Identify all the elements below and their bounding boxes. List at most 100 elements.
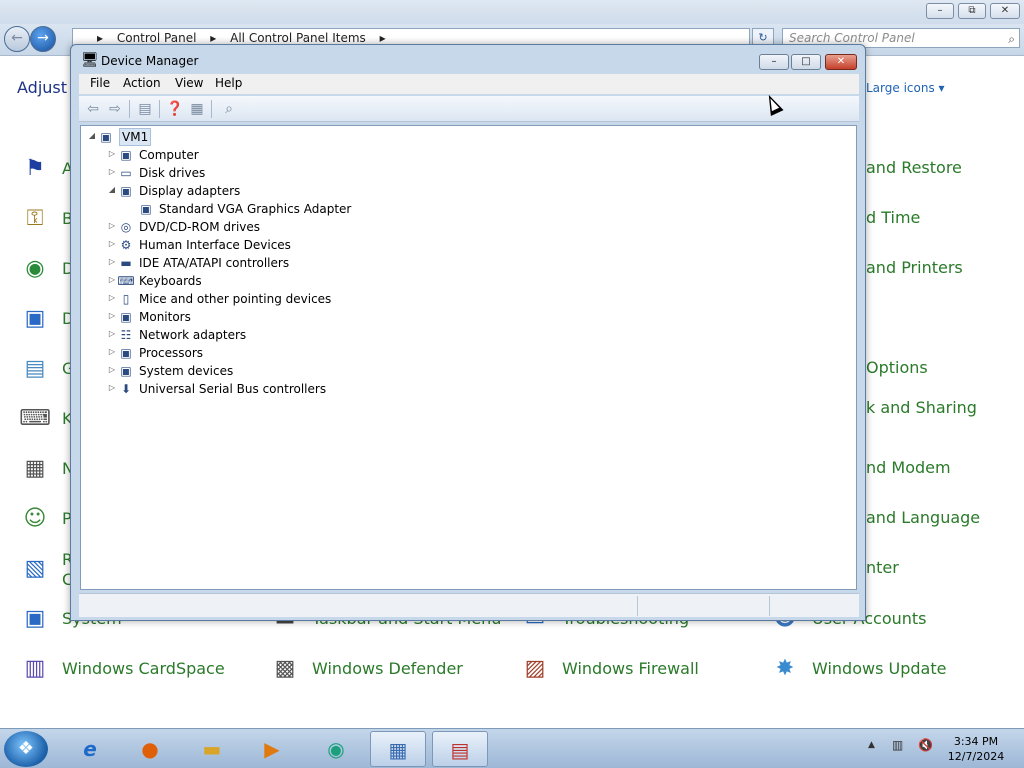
vga-adapter-icon: ▣ — [140, 202, 152, 216]
toolbar: ⇦ ⇨ ▤ ❓ ▦ ⌕ — [79, 96, 859, 122]
view-by-dropdown[interactable]: Large icons ▾ — [866, 81, 945, 95]
system-icon: ▣ — [24, 605, 46, 631]
search-placeholder: Search Control Panel — [789, 31, 915, 45]
cp-item-label: Windows Firewall — [562, 659, 699, 678]
expand-arrow-icon[interactable]: ▷ — [107, 345, 117, 359]
expand-arrow-icon[interactable]: ▷ — [107, 255, 117, 269]
media-player-icon: ▶ — [264, 737, 280, 761]
device-manager-window: 🖥 Device Manager – □ ✕ File Action View … — [70, 44, 866, 621]
cp-item-region-language[interactable]: and Language — [866, 508, 980, 527]
expand-arrow-icon[interactable]: ▷ — [107, 327, 117, 341]
expand-arrow-icon[interactable]: ▷ — [107, 291, 117, 305]
show-hide-tree-icon[interactable]: ▤ — [135, 99, 155, 119]
cp-item-sync-center[interactable]: nter — [866, 558, 899, 577]
collapse-arrow-icon[interactable]: ◢ — [87, 129, 97, 143]
menu-help[interactable]: Help — [215, 76, 242, 90]
cp-item-folder-options[interactable]: Options — [866, 358, 928, 377]
clock[interactable]: 3:34 PM 12/7/2024 — [938, 734, 1014, 764]
breadcrumb-separator: ▸ — [379, 31, 386, 45]
help-icon[interactable]: ❓ — [165, 99, 185, 119]
close-button[interactable]: ✕ — [990, 3, 1020, 19]
taskbar-app-explorer[interactable]: ▬ — [184, 731, 240, 767]
taskbar-app-ie[interactable]: e — [62, 731, 118, 767]
start-button[interactable]: ❖ — [4, 731, 48, 767]
folder-icon: ▬ — [202, 737, 222, 761]
refresh-icon: ↻ — [758, 31, 768, 44]
window-title: Device Manager — [101, 54, 199, 68]
volume-muted-icon[interactable]: 🔇 — [918, 738, 933, 752]
taskbar-app-device-manager[interactable]: ▤ — [432, 731, 488, 767]
toolbar-separator — [211, 100, 212, 118]
cp-item-label: Windows CardSpace — [62, 659, 225, 678]
cp-item-cardspace[interactable]: ▥ Windows CardSpace — [17, 650, 247, 690]
computer-icon: ▣ — [100, 130, 112, 144]
cp-item-defender[interactable]: ▩ Windows Defender — [267, 650, 497, 690]
taskbar-app-firefox[interactable]: ● — [122, 731, 178, 767]
display-adapter-icon: ▣ — [120, 184, 132, 198]
search-icon[interactable]: ⌕ — [1008, 30, 1015, 48]
ie-icon: e — [83, 737, 97, 761]
properties-icon[interactable]: ▦ — [187, 99, 207, 119]
toolbar-separator — [159, 100, 160, 118]
tree-node-label: Processors — [139, 346, 204, 360]
cardspace-icon: ▥ — [24, 655, 46, 681]
tree-node-label: Network adapters — [139, 328, 247, 342]
toolbox-icon: ▤ — [450, 738, 470, 762]
show-hidden-icons-icon[interactable]: ▲ — [868, 740, 875, 750]
disk-drive-icon: ▭ — [120, 166, 132, 180]
back-button[interactable]: ← — [4, 26, 30, 52]
monitor-icon: ▣ — [120, 310, 132, 324]
collapse-arrow-icon[interactable]: ◢ — [107, 183, 117, 197]
maximize-button[interactable]: □ — [791, 54, 821, 70]
tree-node-label: System devices — [139, 364, 234, 378]
taskbar: ❖ e ● ▬ ▶ ◉ ▦ ▤ ▲ ▥ 🔇 3:34 PM 12/7/2024 — [0, 728, 1024, 768]
clock-time: 3:34 PM — [953, 735, 999, 748]
minimize-button[interactable]: – — [759, 54, 789, 70]
bitlocker-key-icon: ⚿ — [26, 205, 44, 231]
breadcrumb-all-items[interactable]: All Control Panel Items — [230, 31, 366, 45]
device-tree: ◢ ▣ VM1 ▷ ▣ Computer ▷ ▭ Disk drives ◢ ▣… — [80, 125, 857, 590]
close-button[interactable]: ✕ — [825, 54, 857, 70]
breadcrumb-control-panel[interactable]: Control Panel — [117, 31, 197, 45]
cp-item-network-sharing[interactable]: k and Sharing — [866, 398, 977, 417]
cp-item-date-time[interactable]: d Time — [866, 208, 920, 227]
cp-item-devices-printers[interactable]: and Printers — [866, 258, 963, 277]
cp-item-firewall[interactable]: ▨ Windows Firewall — [517, 650, 747, 690]
menu-file[interactable]: File — [90, 76, 110, 90]
control-panel-icon: ▦ — [388, 738, 408, 762]
forward-arrow-icon: → — [37, 30, 49, 46]
forward-arrow-icon[interactable]: ⇨ — [105, 99, 125, 119]
menu-action[interactable]: Action — [123, 76, 161, 90]
cp-item-phone-modem[interactable]: nd Modem — [866, 458, 951, 477]
parental-controls-icon: ☺ — [23, 505, 47, 531]
status-separator — [637, 596, 638, 616]
expand-arrow-icon[interactable]: ▷ — [107, 165, 117, 179]
expand-arrow-icon[interactable]: ▷ — [107, 237, 117, 251]
expand-arrow-icon[interactable]: ▷ — [107, 273, 117, 287]
expand-arrow-icon[interactable]: ▷ — [107, 381, 117, 395]
back-arrow-icon[interactable]: ⇦ — [83, 99, 103, 119]
status-separator — [769, 596, 770, 616]
system-devices-icon: ▣ — [120, 364, 132, 378]
menu-view[interactable]: View — [175, 76, 203, 90]
gadgets-icon: ▤ — [24, 355, 46, 381]
minimize-button[interactable]: – — [926, 3, 954, 19]
cp-item-backup-restore[interactable]: and Restore — [866, 158, 962, 177]
expand-arrow-icon[interactable]: ▷ — [107, 219, 117, 233]
taskbar-app-5[interactable]: ◉ — [308, 731, 364, 767]
expand-arrow-icon[interactable]: ▷ — [107, 309, 117, 323]
tree-node-label: DVD/CD-ROM drives — [139, 220, 261, 234]
taskbar-app-control-panel[interactable]: ▦ — [370, 731, 426, 767]
taskbar-app-media-player[interactable]: ▶ — [244, 731, 300, 767]
tree-node-label: Display adapters — [139, 184, 241, 198]
forward-button[interactable]: → — [30, 26, 56, 52]
remote-connections-icon: ▧ — [24, 555, 46, 581]
expand-arrow-icon[interactable]: ▷ — [107, 363, 117, 377]
scan-hardware-icon[interactable]: ⌕ — [219, 99, 239, 119]
expand-arrow-icon[interactable]: ▷ — [107, 147, 117, 161]
tree-node-label: Disk drives — [139, 166, 206, 180]
restore-button[interactable]: ⧉ — [958, 3, 986, 19]
cp-item-windows-update[interactable]: ✸ Windows Update — [767, 650, 997, 690]
tree-node-label: Universal Serial Bus controllers — [139, 382, 327, 396]
network-icon[interactable]: ▥ — [892, 738, 903, 752]
